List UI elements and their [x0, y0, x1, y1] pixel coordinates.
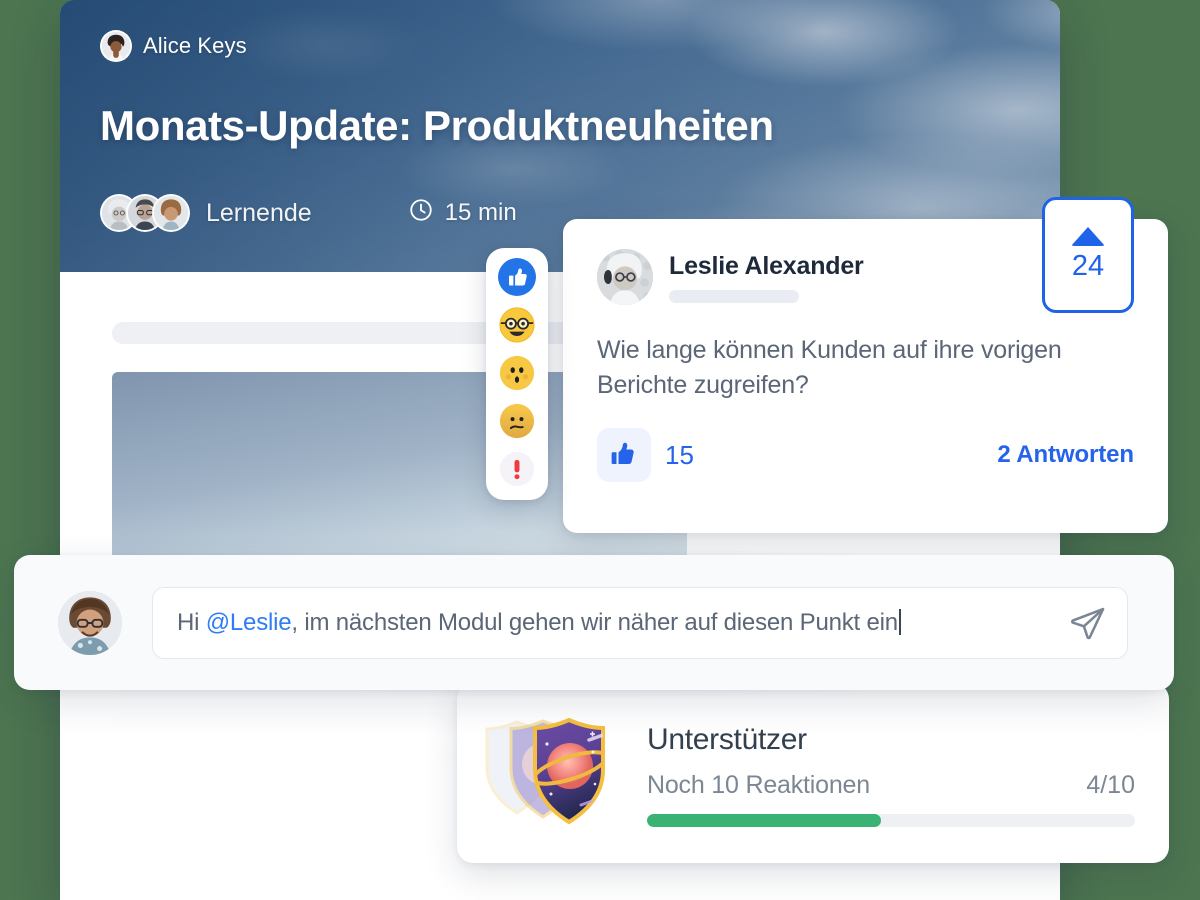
comment-text-suffix: , im nächsten Modul gehen wir näher auf … [291, 608, 898, 636]
shield-badge-icon [477, 708, 627, 838]
reaction-thumbs-up-icon[interactable] [498, 258, 536, 296]
upvote-count: 24 [1071, 250, 1105, 282]
audience-label: Lernende [206, 198, 312, 227]
like-button[interactable] [597, 428, 651, 482]
comment-actions: 15 2 Antworten [597, 428, 1134, 482]
avatar [152, 194, 190, 232]
comment-author-name: Leslie Alexander [669, 251, 864, 280]
post-author[interactable]: Alice Keys [100, 30, 1020, 62]
comment-composer: Hi @Leslie, im nächsten Modul gehen wir … [14, 555, 1174, 690]
page-title: Monats-Update: Produktneuheiten [100, 102, 774, 149]
upvote-button[interactable]: 24 [1042, 197, 1134, 313]
reaction-exclamation-icon[interactable] [498, 450, 536, 488]
mention-token[interactable]: @Leslie [206, 609, 292, 636]
screenshot-stage: Alice Keys Monats-Update: Produktneuheit… [0, 0, 1200, 900]
comment-like-group[interactable]: 15 [597, 428, 694, 482]
thumbs-up-icon [609, 439, 639, 472]
comment-input[interactable]: Hi @Leslie, im nächsten Modul gehen wir … [152, 586, 1128, 659]
reaction-picker[interactable] [486, 248, 548, 500]
text-caret [898, 608, 901, 635]
reaction-surprised-face-icon[interactable] [498, 354, 536, 392]
comment-subtitle-placeholder [669, 289, 799, 303]
achievement-badge-card: Unterstützer Noch 10 Reaktionen 4/10 [457, 683, 1169, 863]
like-count: 15 [665, 439, 694, 470]
send-paper-plane-icon[interactable] [1069, 604, 1107, 642]
duration-meta: 15 min [408, 197, 517, 230]
duration-label: 15 min [444, 199, 517, 226]
comment-body-text: Wie lange können Kunden auf ihre vorigen… [597, 336, 1062, 399]
reaction-confused-face-icon[interactable] [498, 402, 536, 440]
badge-subtitle: Noch 10 Reaktionen [647, 771, 870, 799]
comment-input-text: Hi @Leslie, im nächsten Modul gehen wir … [177, 608, 1059, 637]
learner-avatar-stack[interactable] [100, 194, 190, 232]
comment-text-prefix: Hi [177, 608, 206, 636]
triangle-up-icon [1071, 227, 1105, 246]
clock-icon [408, 197, 434, 230]
view-replies-link[interactable]: 2 Antworten [997, 441, 1134, 469]
badge-progress-fraction: 4/10 [1086, 771, 1135, 799]
post-author-name: Alice Keys [143, 33, 247, 58]
reaction-nerd-face-icon[interactable] [498, 306, 536, 344]
badge-title: Unterstützer [647, 723, 807, 756]
badge-progress-fill [647, 814, 882, 827]
avatar [58, 590, 122, 655]
avatar [597, 249, 653, 305]
badge-progress-bar [647, 814, 1135, 827]
avatar [100, 30, 132, 62]
